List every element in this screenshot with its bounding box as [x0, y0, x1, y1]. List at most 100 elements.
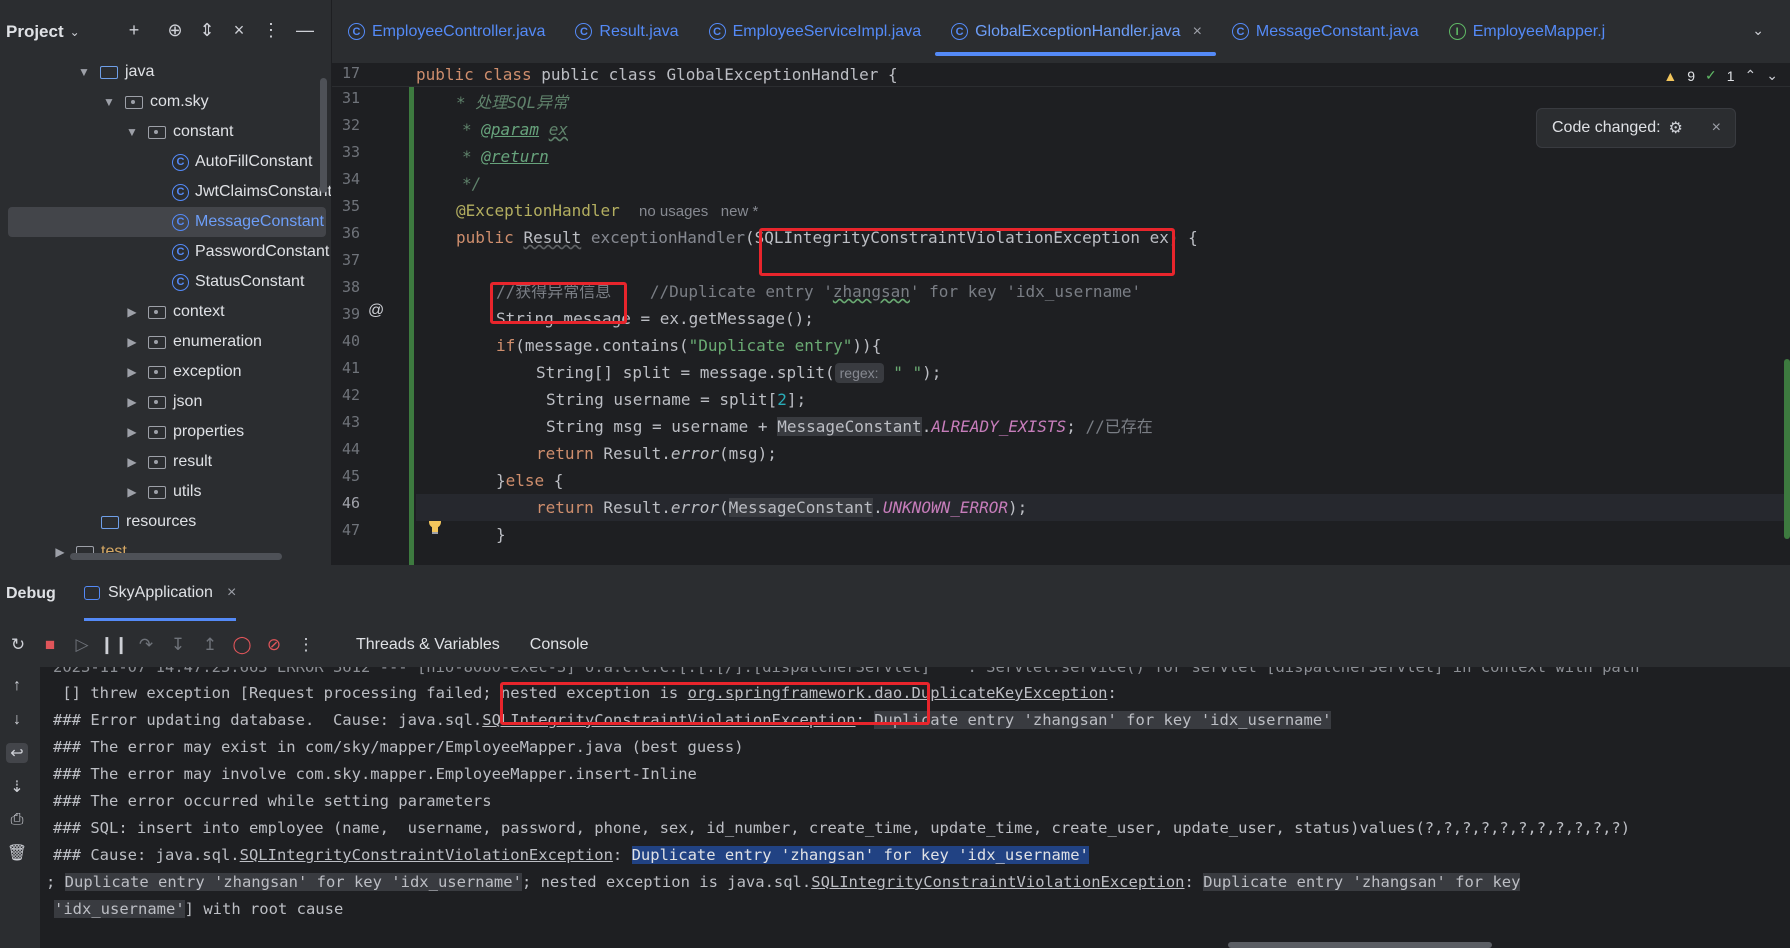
tree-item-statusconstant[interactable]: C StatusConstant — [172, 267, 304, 297]
chevron-right-icon[interactable]: ▶ — [124, 305, 140, 319]
stop-icon[interactable]: ■ — [34, 635, 66, 655]
package-icon — [148, 485, 166, 499]
tab-sky-application[interactable]: SkyApplication × — [84, 565, 237, 621]
chevron-right-icon[interactable]: ▶ — [124, 365, 140, 379]
tree-item-java[interactable]: ▼ java — [76, 57, 154, 87]
tab-employee-service-impl[interactable]: C EmployeeServiceImpl.java — [693, 0, 936, 64]
tab-employee-controller[interactable]: C EmployeeController.java — [332, 0, 559, 64]
tab-message-constant[interactable]: C MessageConstant.java — [1216, 0, 1433, 64]
arrow-down-icon[interactable]: ↓ — [6, 711, 28, 729]
tree-item-messageconstant[interactable]: C MessageConstant — [8, 207, 326, 237]
chevron-down-icon[interactable]: ▼ — [76, 65, 92, 79]
line-number: 40 — [342, 332, 361, 350]
collapse-all-icon[interactable]: × — [228, 20, 250, 41]
tab-console[interactable]: Console — [530, 636, 589, 654]
step-out-icon[interactable]: ↥ — [194, 635, 226, 655]
step-into-icon[interactable]: ↧ — [162, 635, 194, 655]
console-line: ### The error occurred while setting par… — [53, 792, 492, 810]
close-icon[interactable]: × — [1712, 119, 1721, 137]
debug-toolbar: ↻ ■ ▷ ❙❙ ↷ ↧ ↥ ◯ ⊘ ⋮ Threads & Variables… — [0, 623, 1790, 667]
tree-item-test[interactable]: ▶ test — [52, 537, 126, 565]
sticky-scroll-header[interactable]: 17 public class public class GlobalExcep… — [332, 64, 1790, 87]
tree-item-com-sky[interactable]: ▼ com.sky — [101, 87, 209, 117]
line-number: 43 — [342, 413, 361, 431]
chevron-down-icon[interactable]: ⌄ — [1766, 67, 1778, 84]
rerun-icon[interactable]: ↻ — [2, 635, 34, 655]
inspections-widget[interactable]: ▲ 9 ✓ 1 ⌃ ⌄ — [1663, 67, 1778, 84]
trash-icon[interactable]: 🗑 — [6, 843, 28, 863]
tab-result[interactable]: C Result.java — [559, 0, 692, 64]
tree-item-json[interactable]: ▶ json — [124, 387, 202, 417]
code-line-34: */ — [462, 174, 482, 193]
tree-item-context[interactable]: ▶ context — [124, 297, 224, 327]
tree-item-utils[interactable]: ▶ utils — [124, 477, 201, 507]
resume-icon[interactable]: ▷ — [66, 635, 98, 655]
expand-all-icon[interactable]: ⇕ — [196, 20, 218, 41]
soft-wrap-icon[interactable]: ↩ — [6, 743, 28, 763]
print-icon[interactable]: ⎙ — [6, 811, 28, 829]
code-line-40: if(message.contains("Duplicate entry")){ — [496, 336, 882, 355]
code-line-42: String username = split[2]; — [546, 390, 807, 409]
chevron-right-icon[interactable]: ▶ — [124, 395, 140, 409]
tree-item-jwtclaimsconstant[interactable]: C JwtClaimsConstant — [172, 177, 331, 207]
chevron-down-icon[interactable]: ⌄ — [70, 25, 80, 39]
annotation-box — [759, 228, 1175, 276]
tab-global-exception-handler[interactable]: C GlobalExceptionHandler.java × — [935, 0, 1216, 64]
tree-item-passwordconstant[interactable]: C PasswordConstant — [172, 237, 329, 267]
more-icon[interactable]: ⋮ — [290, 635, 322, 655]
arrow-up-icon[interactable]: ↑ — [6, 677, 28, 695]
console-side-toolbar: ↑ ↓ ↩ ⇣ ⎙ 🗑 — [0, 667, 35, 948]
chevron-right-icon[interactable]: ▶ — [124, 485, 140, 499]
code-changed-popup: Code changed: ⚙ × — [1536, 108, 1736, 148]
bug-icon[interactable]: ⚙ — [1669, 118, 1683, 138]
code-line-31: * 处理SQL异常 — [456, 93, 569, 112]
project-view-selector[interactable]: Project — [6, 22, 64, 42]
chevron-right-icon[interactable]: ▶ — [124, 335, 140, 349]
view-breakpoints-icon[interactable]: ◯ — [226, 635, 258, 655]
tree-item-enumeration[interactable]: ▶ enumeration — [124, 327, 262, 357]
chevron-right-icon[interactable]: ▶ — [52, 545, 68, 559]
scroll-to-end-icon[interactable]: ⇣ — [6, 777, 28, 797]
chevron-right-icon[interactable]: ▶ — [124, 455, 140, 469]
locate-icon[interactable]: ⊕ — [164, 20, 186, 41]
tree-horizontal-scrollbar[interactable] — [70, 553, 282, 560]
options-icon[interactable]: ⋮ — [260, 20, 282, 41]
chevron-right-icon[interactable]: ▶ — [124, 425, 140, 439]
warning-icon: ▲ — [1663, 67, 1678, 84]
chevron-down-icon[interactable]: ⌄ — [1752, 22, 1764, 39]
tree-item-exception[interactable]: ▶ exception — [124, 357, 241, 387]
close-icon[interactable]: × — [1193, 23, 1202, 41]
check-icon: ✓ — [1705, 67, 1717, 83]
debug-tool-window: Debug SkyApplication × ↻ ■ ▷ ❙❙ ↷ ↧ ↥ ◯ … — [0, 565, 1790, 948]
class-icon: C — [172, 243, 189, 261]
console-horizontal-scrollbar[interactable] — [1228, 942, 1492, 948]
tree-item-constant[interactable]: ▼ constant — [124, 117, 233, 147]
package-icon — [148, 395, 166, 409]
editor-scrollbar[interactable] — [1784, 359, 1790, 539]
vcs-change-marker[interactable] — [409, 64, 414, 565]
line-number: 33 — [342, 143, 361, 161]
tree-item-resources[interactable]: resources — [101, 507, 196, 537]
hide-icon[interactable]: — — [294, 20, 316, 41]
chevron-down-icon[interactable]: ▼ — [101, 95, 117, 109]
code-line-45: }else { — [496, 471, 564, 490]
tree-item-result[interactable]: ▶ result — [124, 447, 212, 477]
console-line: ### SQL: insert into employee (name, use… — [53, 819, 1631, 837]
pause-icon[interactable]: ❙❙ — [98, 635, 130, 655]
chevron-up-icon[interactable]: ⌃ — [1745, 67, 1757, 84]
implements-marker-icon[interactable]: @ — [368, 302, 384, 320]
project-panel: Project ⌄ + ⊕ ⇕ × ⋮ — ▼ java ▼ com.sky ▼… — [0, 0, 332, 565]
line-number: 31 — [342, 89, 361, 107]
close-icon[interactable]: × — [227, 584, 236, 602]
add-icon[interactable]: + — [123, 20, 145, 41]
tree-item-autofillconstant[interactable]: C AutoFillConstant — [172, 147, 312, 177]
tab-employee-mapper[interactable]: I EmployeeMapper.j — [1433, 0, 1620, 64]
console-line: 'idx_username'] with root cause — [54, 900, 344, 918]
tree-item-properties[interactable]: ▶ properties — [124, 417, 244, 447]
tab-threads-variables[interactable]: Threads & Variables — [356, 636, 500, 654]
line-number: 47 — [342, 521, 361, 539]
chevron-down-icon[interactable]: ▼ — [124, 125, 140, 139]
mute-breakpoints-icon[interactable]: ⊘ — [258, 635, 290, 655]
tree-vertical-scrollbar[interactable] — [320, 78, 327, 193]
step-over-icon[interactable]: ↷ — [130, 635, 162, 655]
